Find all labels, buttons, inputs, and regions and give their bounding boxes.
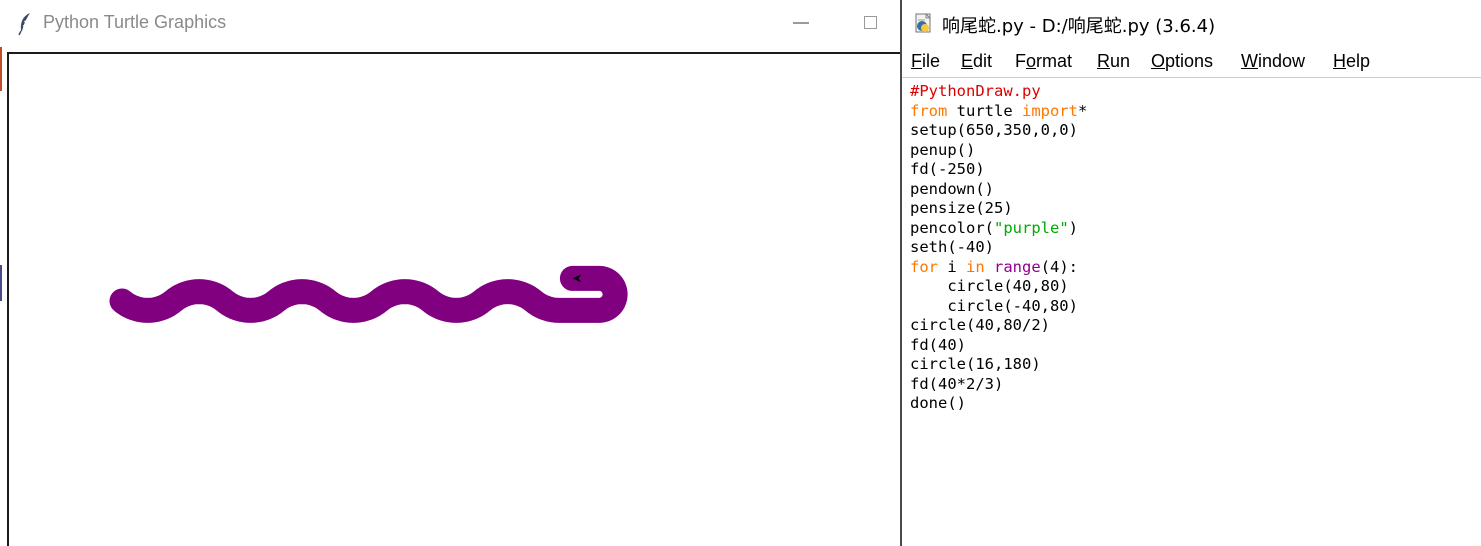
- code-line[interactable]: for i in range(4):: [910, 258, 1087, 278]
- menu-edit[interactable]: Edit: [961, 51, 992, 72]
- code-line[interactable]: pendown(): [910, 180, 1087, 200]
- code-line[interactable]: fd(40*2/3): [910, 375, 1087, 395]
- code-line[interactable]: fd(40): [910, 336, 1087, 356]
- idle-window-title: 响尾蛇.py - D:/响尾蛇.py (3.6.4): [942, 16, 1216, 37]
- code-line[interactable]: #PythonDraw.py: [910, 82, 1087, 102]
- minimize-button[interactable]: [793, 22, 809, 24]
- turtle-drawing: [109, 265, 628, 323]
- background-window-edge: [0, 47, 2, 91]
- code-line[interactable]: circle(40,80): [910, 277, 1087, 297]
- turtle-window-title: Python Turtle Graphics: [43, 12, 227, 32]
- code-line[interactable]: circle(-40,80): [910, 297, 1087, 317]
- code-line[interactable]: from turtle import*: [910, 102, 1087, 122]
- feather-icon: [18, 13, 30, 36]
- code-text[interactable]: #PythonDraw.py from turtle import* setup(6…: [910, 82, 1087, 414]
- turtle-window: Python Turtle Graphics: [0, 0, 900, 546]
- code-line[interactable]: pencolor("purple"): [910, 219, 1087, 239]
- snake-drawing: [109, 265, 628, 323]
- menu-window[interactable]: Window: [1241, 51, 1305, 72]
- maximize-button[interactable]: [864, 16, 877, 29]
- turtle-titlebar[interactable]: Python Turtle Graphics: [0, 0, 900, 47]
- code-line[interactable]: fd(-250): [910, 160, 1087, 180]
- menu-bar: File Edit Format Run Options Window Help: [902, 46, 1481, 78]
- menu-file[interactable]: File: [911, 51, 940, 72]
- code-line[interactable]: seth(-40): [910, 238, 1087, 258]
- python-file-icon: [915, 13, 931, 33]
- code-line[interactable]: circle(16,180): [910, 355, 1087, 375]
- code-line[interactable]: done(): [910, 394, 1087, 414]
- menu-format[interactable]: Format: [1015, 51, 1072, 72]
- menu-run[interactable]: Run: [1097, 51, 1130, 72]
- idle-titlebar[interactable]: 响尾蛇.py - D:/响尾蛇.py (3.6.4): [902, 0, 1481, 46]
- code-line[interactable]: penup(): [910, 141, 1087, 161]
- code-line[interactable]: setup(650,350,0,0): [910, 121, 1087, 141]
- code-editor[interactable]: #PythonDraw.py from turtle import* setup(6…: [902, 78, 1481, 546]
- idle-editor-window: 响尾蛇.py - D:/响尾蛇.py (3.6.4) File Edit For…: [902, 0, 1481, 546]
- turtle-canvas[interactable]: [7, 52, 900, 546]
- code-line[interactable]: pensize(25): [910, 199, 1087, 219]
- background-window-edge: [0, 265, 2, 301]
- menu-help[interactable]: Help: [1333, 51, 1370, 72]
- menu-options[interactable]: Options: [1151, 51, 1213, 72]
- snake-path: [109, 265, 628, 323]
- code-line[interactable]: circle(40,80/2): [910, 316, 1087, 336]
